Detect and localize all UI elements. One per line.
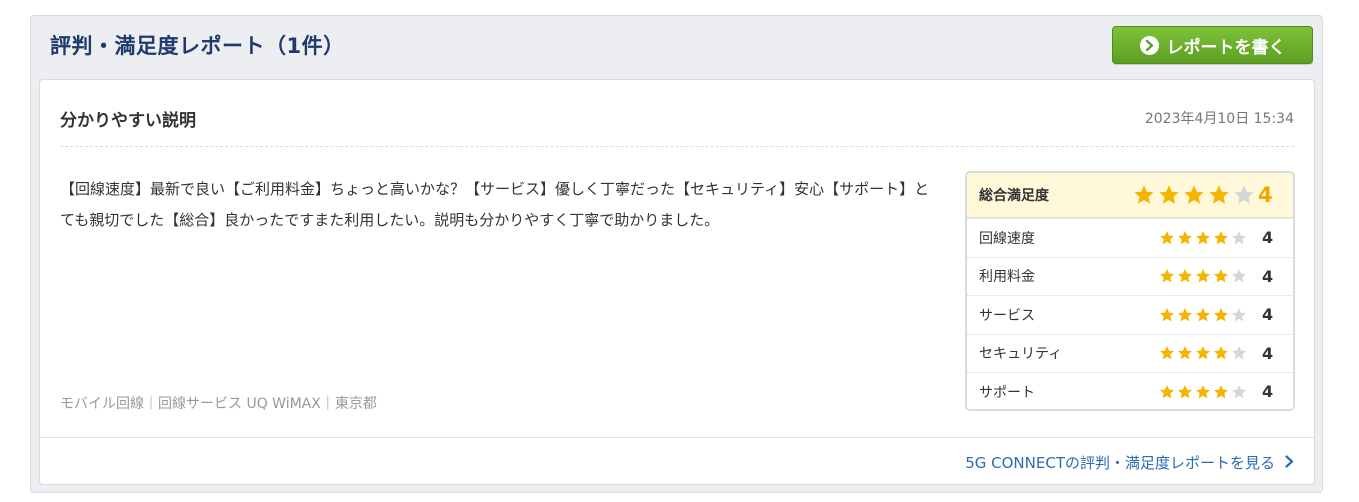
star-rating <box>1159 268 1247 284</box>
star-filled-icon <box>1160 307 1174 322</box>
star-filled-icon <box>1178 269 1192 283</box>
star-rating <box>1159 307 1247 323</box>
rating-value: 4 <box>1262 343 1274 363</box>
star-filled-icon <box>1196 230 1210 245</box>
star-filled-icon <box>1214 384 1228 399</box>
star-filled-icon <box>1160 384 1174 399</box>
rating-label: セキュリティ <box>979 346 1063 363</box>
star-rating <box>1159 345 1247 361</box>
rating-label: 回線速度 <box>979 230 1035 247</box>
star-filled-icon <box>1196 269 1210 283</box>
star-empty-icon <box>1234 185 1254 204</box>
rating-value: 4 <box>1258 183 1273 207</box>
star-rating <box>1159 230 1247 246</box>
star-filled-icon <box>1196 346 1210 360</box>
divider <box>60 146 1294 147</box>
star-filled-icon <box>1214 230 1228 245</box>
rating-row: サービス 4 <box>967 295 1293 334</box>
star-filled-icon <box>1160 346 1174 360</box>
rating-value: 4 <box>1262 266 1274 286</box>
ratings-table: 総合満足度 4 回線速度 4 利用料金 4 サービス 4 セキュリティ 4 サポ… <box>965 171 1295 411</box>
footer-divider <box>40 437 1314 438</box>
review-meta: モバイル回線｜回線サービス UQ WiMAX｜東京都 <box>60 396 377 412</box>
star-filled-icon <box>1196 384 1210 399</box>
rating-label: サービス <box>979 307 1035 324</box>
star-filled-icon <box>1160 230 1174 245</box>
star-filled-icon <box>1178 384 1192 399</box>
rating-label: 総合満足度 <box>979 188 1049 204</box>
rating-label: 利用料金 <box>979 269 1035 286</box>
star-empty-icon <box>1232 346 1246 360</box>
chevron-right-icon <box>1285 454 1294 472</box>
star-filled-icon <box>1160 269 1174 283</box>
arrow-right-circle-icon <box>1139 35 1159 55</box>
rating-value: 4 <box>1262 305 1274 325</box>
rating-value: 4 <box>1262 382 1274 402</box>
view-more-label: 5G CONNECTの評判・満足度レポートを見る <box>965 454 1275 472</box>
star-empty-icon <box>1232 307 1246 322</box>
star-rating <box>1133 184 1255 206</box>
star-filled-icon <box>1209 185 1229 204</box>
star-filled-icon <box>1134 185 1154 204</box>
section-header: 評判・満足度レポート（1件） レポートを書く <box>31 16 1322 72</box>
star-empty-icon <box>1232 384 1246 399</box>
review-body: 【回線速度】最新で良い【ご利用料金】ちょっと高いかな？【サービス】優しく丁寧だっ… <box>60 180 930 229</box>
star-filled-icon <box>1214 346 1228 360</box>
star-filled-icon <box>1178 346 1192 360</box>
review-section: 評判・満足度レポート（1件） レポートを書く 分かりやすい説明 2023年4月1… <box>30 15 1323 493</box>
star-filled-icon <box>1184 185 1204 204</box>
star-filled-icon <box>1178 230 1192 245</box>
review-card: 分かりやすい説明 2023年4月10日 15:34 【回線速度】最新で良い【ご利… <box>39 79 1315 485</box>
rating-value: 4 <box>1262 228 1274 248</box>
review-date: 2023年4月10日 15:34 <box>1144 111 1294 127</box>
star-filled-icon <box>1214 307 1228 322</box>
section-title: 評判・満足度レポート（1件） <box>50 34 345 58</box>
star-filled-icon <box>1159 185 1179 204</box>
star-empty-icon <box>1232 230 1246 245</box>
rating-label: サポート <box>979 384 1035 401</box>
star-filled-icon <box>1214 269 1228 283</box>
star-filled-icon <box>1178 307 1192 322</box>
star-filled-icon <box>1196 307 1210 322</box>
star-empty-icon <box>1232 269 1246 283</box>
view-more-link[interactable]: 5G CONNECTの評判・満足度レポートを見る <box>965 452 1294 473</box>
rating-row: セキュリティ 4 <box>967 333 1293 373</box>
rating-row: 回線速度 4 <box>967 218 1293 257</box>
review-title: 分かりやすい説明 <box>60 111 196 131</box>
rating-row: 利用料金 4 <box>967 256 1293 296</box>
write-report-label: レポートを書く <box>1166 37 1286 58</box>
rating-row-total: 総合満足度 4 <box>967 173 1293 218</box>
rating-row: サポート 4 <box>967 372 1293 409</box>
star-rating <box>1159 384 1247 400</box>
write-report-button[interactable]: レポートを書く <box>1112 26 1313 64</box>
